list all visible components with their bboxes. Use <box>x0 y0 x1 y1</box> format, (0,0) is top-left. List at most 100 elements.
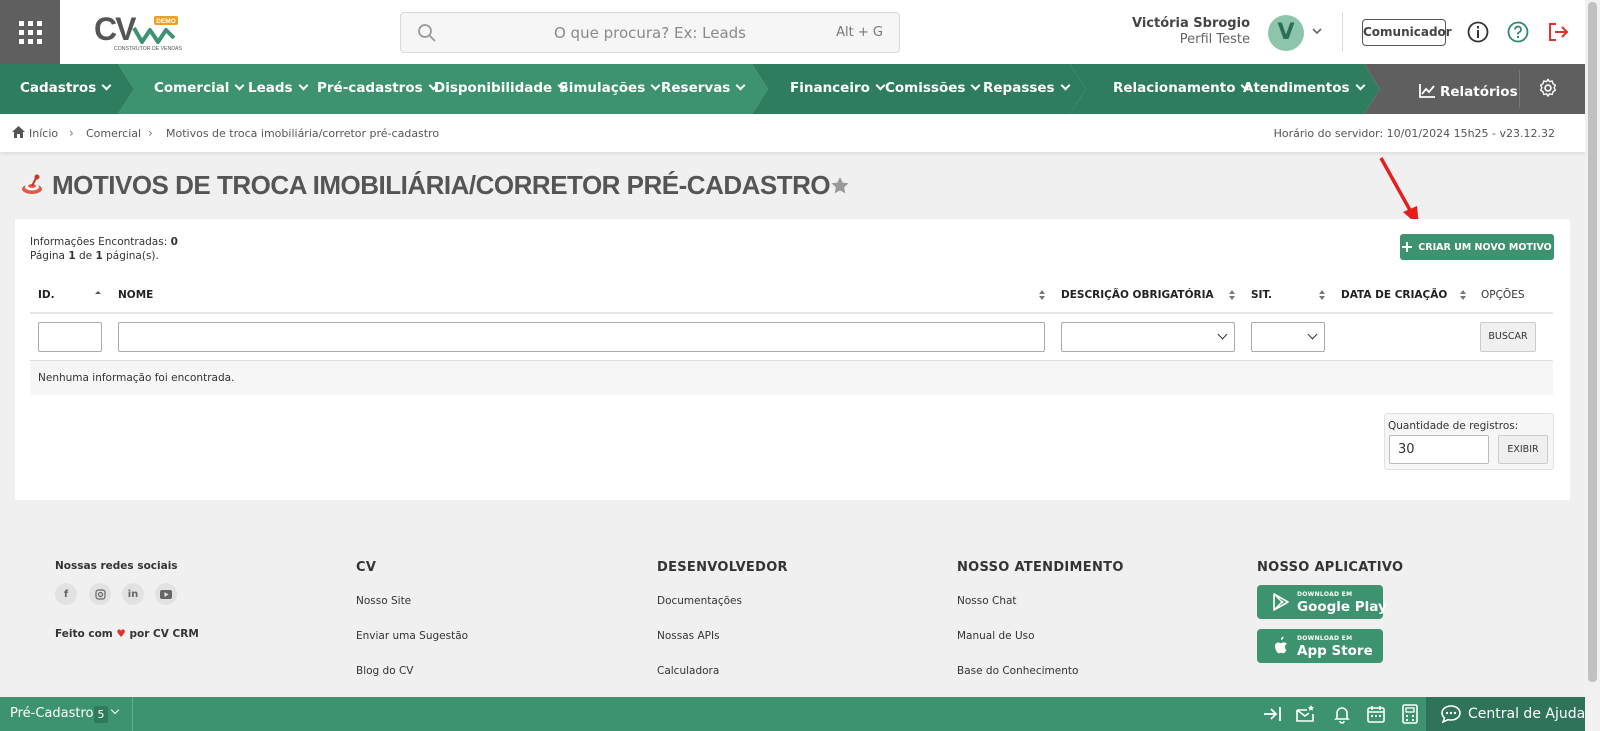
apps-menu-button[interactable] <box>0 0 60 64</box>
google-play-button[interactable]: DOWNLOAD EM Google Play <box>1257 585 1387 619</box>
user-name[interactable]: Victória Sbrogio <box>1132 16 1250 31</box>
footer-link-blog[interactable]: Blog do CV <box>356 665 414 677</box>
qty-input[interactable]: 30 <box>1389 435 1489 464</box>
footer-link-manual[interactable]: Manual de Uso <box>957 630 1035 642</box>
youtube-icon[interactable] <box>155 583 177 605</box>
nav-comissoes[interactable]: Comissões <box>885 80 981 96</box>
header-divider <box>1342 12 1343 52</box>
help-icon[interactable] <box>1506 20 1530 44</box>
nav-relatorios[interactable]: Relatórios <box>1418 80 1518 100</box>
footer-link-documentacoes[interactable]: Documentações <box>657 595 742 607</box>
col-nome[interactable]: NOME <box>118 289 153 301</box>
filter-nome-input[interactable] <box>118 322 1045 352</box>
filter-id-input[interactable] <box>38 322 102 352</box>
chevron-down-icon <box>1217 329 1228 340</box>
nav-relacionamento[interactable]: Relacionamento <box>1113 80 1251 96</box>
search-placeholder: O que procura? Ex: Leads <box>553 24 746 42</box>
filter-situacao-select[interactable] <box>1251 322 1325 352</box>
sort-icon[interactable] <box>1038 289 1046 301</box>
pre-cadastro-tab[interactable]: Pré-Cadastro <box>10 706 94 721</box>
nav-leads[interactable]: Leads <box>248 80 309 96</box>
footer-dev-title: DESENVOLVEDOR <box>657 560 788 575</box>
footer-link-chat[interactable]: Nosso Chat <box>957 595 1017 607</box>
footer-link-nosso-site[interactable]: Nosso Site <box>356 595 411 607</box>
nav-repasses[interactable]: Repasses <box>983 80 1071 96</box>
chevron-down-icon <box>298 80 309 91</box>
nav-comercial[interactable]: Comercial <box>154 80 245 96</box>
sort-icon[interactable] <box>1228 289 1236 301</box>
instagram-icon[interactable] <box>89 583 111 605</box>
main-nav: Cadastros Comercial Leads Pré-cadastros … <box>0 64 1585 114</box>
footer-link-calculadora[interactable]: Calculadora <box>657 665 719 677</box>
home-icon[interactable] <box>12 126 25 138</box>
nav-atendimentos[interactable]: Atendimentos <box>1243 80 1366 96</box>
create-motivo-button[interactable]: CRIAR UM NOVO MOTIVO <box>1400 234 1554 260</box>
heart-icon: ♥ <box>116 628 126 640</box>
chevron-down-icon <box>875 80 886 91</box>
global-search-input[interactable]: O que procura? Ex: Leads Alt + G <box>400 12 900 53</box>
made-with: Feito com ♥ por CV CRM <box>55 628 199 640</box>
show-button[interactable]: EXIBIR <box>1498 435 1548 464</box>
chevron-down-icon[interactable] <box>1310 24 1324 38</box>
calendar-icon[interactable] <box>1366 704 1386 724</box>
footer-link-base[interactable]: Base do Conhecimento <box>957 665 1078 677</box>
filter-descricao-select[interactable] <box>1061 322 1235 352</box>
chevron-down-icon <box>1307 329 1318 340</box>
chevron-down-icon <box>101 80 112 91</box>
chevron-down-icon <box>650 80 661 91</box>
chevron-down-icon <box>234 80 245 91</box>
help-center-button[interactable]: Central de Ajuda <box>1426 697 1585 731</box>
svg-text:CONSTRUTOR DE VENDAS: CONSTRUTOR DE VENDAS <box>114 46 182 52</box>
empty-row: Nenhuma informação foi encontrada. <box>30 360 1553 395</box>
mail-star-icon[interactable] <box>1295 704 1315 724</box>
svg-text:DEMO: DEMO <box>156 18 176 25</box>
nav-disponibilidade[interactable]: Disponibilidade <box>434 80 568 96</box>
footer-atendimento-title: NOSSO ATENDIMENTO <box>957 560 1124 575</box>
nav-financeiro[interactable]: Financeiro <box>790 80 886 96</box>
footer-app-title: NOSSO APLICATIVO <box>1257 560 1404 575</box>
pre-cadastro-count: 5 <box>94 706 108 723</box>
breadcrumb-comercial[interactable]: Comercial <box>86 127 141 140</box>
sort-asc-icon[interactable] <box>94 289 102 301</box>
footer-link-sugestao[interactable]: Enviar uma Sugestão <box>356 630 468 642</box>
arrow-annotation-icon <box>1379 157 1419 226</box>
chevron-down-icon <box>1060 80 1071 91</box>
chevron-down-icon <box>970 80 981 91</box>
nav-simulacoes[interactable]: Simulações <box>559 80 661 96</box>
breadcrumb-inicio[interactable]: Início <box>29 127 58 140</box>
col-data-criacao[interactable]: DATA DE CRIAÇÃO <box>1341 289 1447 301</box>
linkedin-icon[interactable]: in <box>122 583 144 605</box>
col-situacao[interactable]: SIT. <box>1251 289 1272 301</box>
logo[interactable]: CV DEMO CONSTRUTOR DE VENDAS <box>94 11 189 54</box>
breadcrumb-current: Motivos de troca imobiliária/corretor pr… <box>166 127 440 140</box>
gear-icon[interactable] <box>1537 77 1559 99</box>
bell-icon[interactable] <box>1332 704 1352 724</box>
star-icon[interactable] <box>830 176 850 196</box>
nav-reservas[interactable]: Reservas <box>661 80 746 96</box>
comunicador-button[interactable]: Comunicador <box>1362 19 1452 46</box>
logout-icon[interactable] <box>1546 20 1570 44</box>
sort-icon[interactable] <box>1459 289 1467 301</box>
qty-label: Quantidade de registros: <box>1388 420 1519 432</box>
page-info: Página 1 de 1 página(s). <box>30 250 159 262</box>
chevron-down-icon[interactable] <box>110 705 120 715</box>
calculator-icon[interactable] <box>1400 704 1420 724</box>
collapse-right-icon[interactable] <box>1262 704 1282 724</box>
nav-pre-cadastros[interactable]: Pré-cadastros <box>317 80 439 96</box>
info-icon[interactable] <box>1466 20 1490 44</box>
nav-cadastros[interactable]: Cadastros <box>20 80 112 96</box>
sort-icon[interactable] <box>1318 289 1326 301</box>
chevron-right-icon: › <box>69 126 74 140</box>
footer-link-apis[interactable]: Nossas APIs <box>657 630 720 642</box>
avatar[interactable]: V <box>1268 15 1304 51</box>
search-button[interactable]: BUSCAR <box>1480 322 1536 352</box>
user-profile: Perfil Teste <box>1179 32 1250 47</box>
app-store-button[interactable]: DOWNLOAD EM App Store <box>1257 629 1383 663</box>
scrollbar-thumb[interactable] <box>1588 2 1597 682</box>
col-descricao-obrigatoria[interactable]: DESCRIÇÃO OBRIGATÓRIA <box>1061 289 1214 301</box>
bottom-divider <box>132 697 133 731</box>
facebook-icon[interactable]: f <box>55 583 77 605</box>
col-opcoes: OPÇÕES <box>1481 289 1525 301</box>
col-id[interactable]: ID. <box>38 289 55 301</box>
empty-message: Nenhuma informação foi encontrada. <box>38 372 235 384</box>
